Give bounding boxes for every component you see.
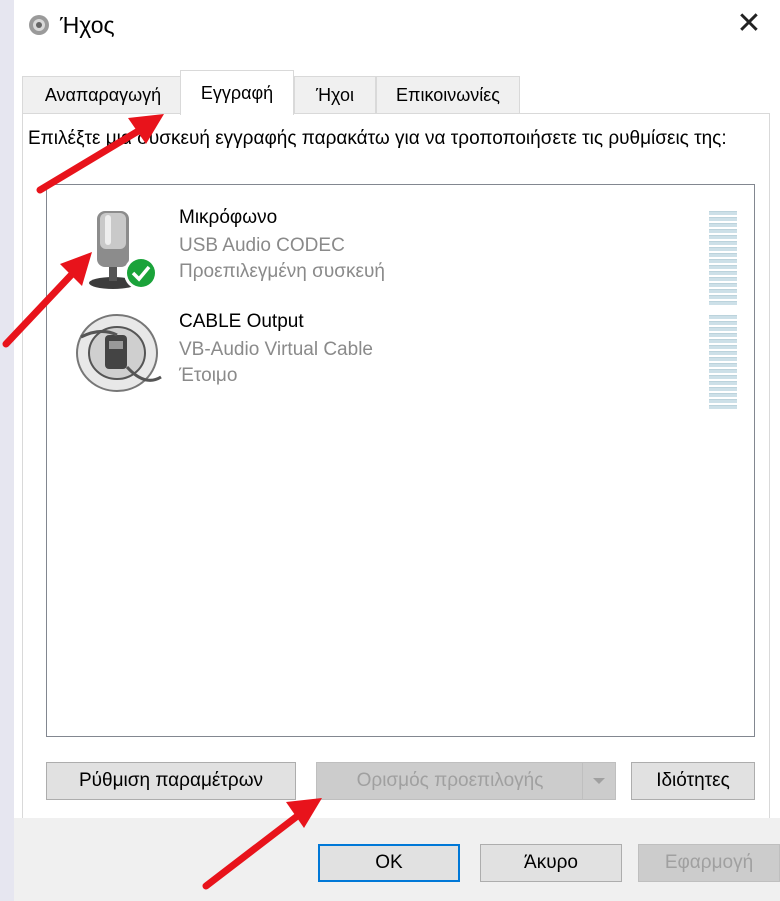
set-default-button[interactable]: Ορισμός προεπιλογής: [316, 762, 616, 800]
window-title: Ήχος: [60, 12, 115, 38]
speaker-icon: [29, 15, 49, 35]
title-bar: Ήχος ✕: [14, 0, 780, 60]
device-name: CABLE Output: [179, 311, 304, 332]
tab-strip: Αναπαραγωγή Εγγραφή Ήχοι Επικοινωνίες: [14, 70, 780, 115]
set-default-label: Ορισμός προεπιλογής: [356, 770, 544, 791]
sound-dialog: Ήχος ✕ Αναπαραγωγή Εγγραφή Ήχοι Επικοινω…: [14, 0, 780, 901]
tab-communications[interactable]: Επικοινωνίες: [376, 76, 520, 113]
chevron-down-icon: [593, 778, 605, 784]
tab-recording[interactable]: Εγγραφή: [180, 70, 294, 115]
instruction-text: Επιλέξτε μια συσκευή εγγραφής παρακάτω γ…: [28, 128, 727, 149]
close-icon: ✕: [736, 6, 762, 40]
cancel-button[interactable]: Άκυρο: [480, 844, 622, 882]
device-status: Έτοιμο: [179, 365, 238, 386]
dialog-footer: OK Άκυρο Εφαρμογή: [14, 818, 780, 901]
device-status: Προεπιλεγμένη συσκευή: [179, 261, 385, 282]
level-meter: [709, 211, 737, 307]
default-check-icon: [127, 259, 155, 287]
ok-button[interactable]: OK: [318, 844, 460, 882]
device-driver: VB-Audio Virtual Cable: [179, 339, 373, 360]
device-list[interactable]: Μικρόφωνο USB Audio CODEC Προεπιλεγμένη …: [46, 184, 755, 737]
tab-playback[interactable]: Αναπαραγωγή: [22, 76, 184, 113]
device-driver: USB Audio CODEC: [179, 235, 345, 256]
microphone-icon: [89, 211, 158, 290]
apply-button[interactable]: Εφαρμογή: [638, 844, 780, 882]
device-item-microphone[interactable]: Μικρόφωνο USB Audio CODEC Προεπιλεγμένη …: [47, 195, 754, 305]
level-meter: [709, 315, 737, 411]
device-name: Μικρόφωνο: [179, 207, 278, 228]
configure-button[interactable]: Ρύθμιση παραμέτρων: [46, 762, 296, 800]
virtual-cable-icon: [76, 314, 162, 392]
tab-sounds[interactable]: Ήχοι: [294, 76, 376, 113]
device-item-cable-output[interactable]: CABLE Output VB-Audio Virtual Cable Έτοι…: [47, 299, 754, 409]
close-button[interactable]: ✕: [718, 0, 780, 46]
properties-button[interactable]: Ιδιότητες: [631, 762, 755, 800]
set-default-dropdown[interactable]: [582, 763, 615, 799]
